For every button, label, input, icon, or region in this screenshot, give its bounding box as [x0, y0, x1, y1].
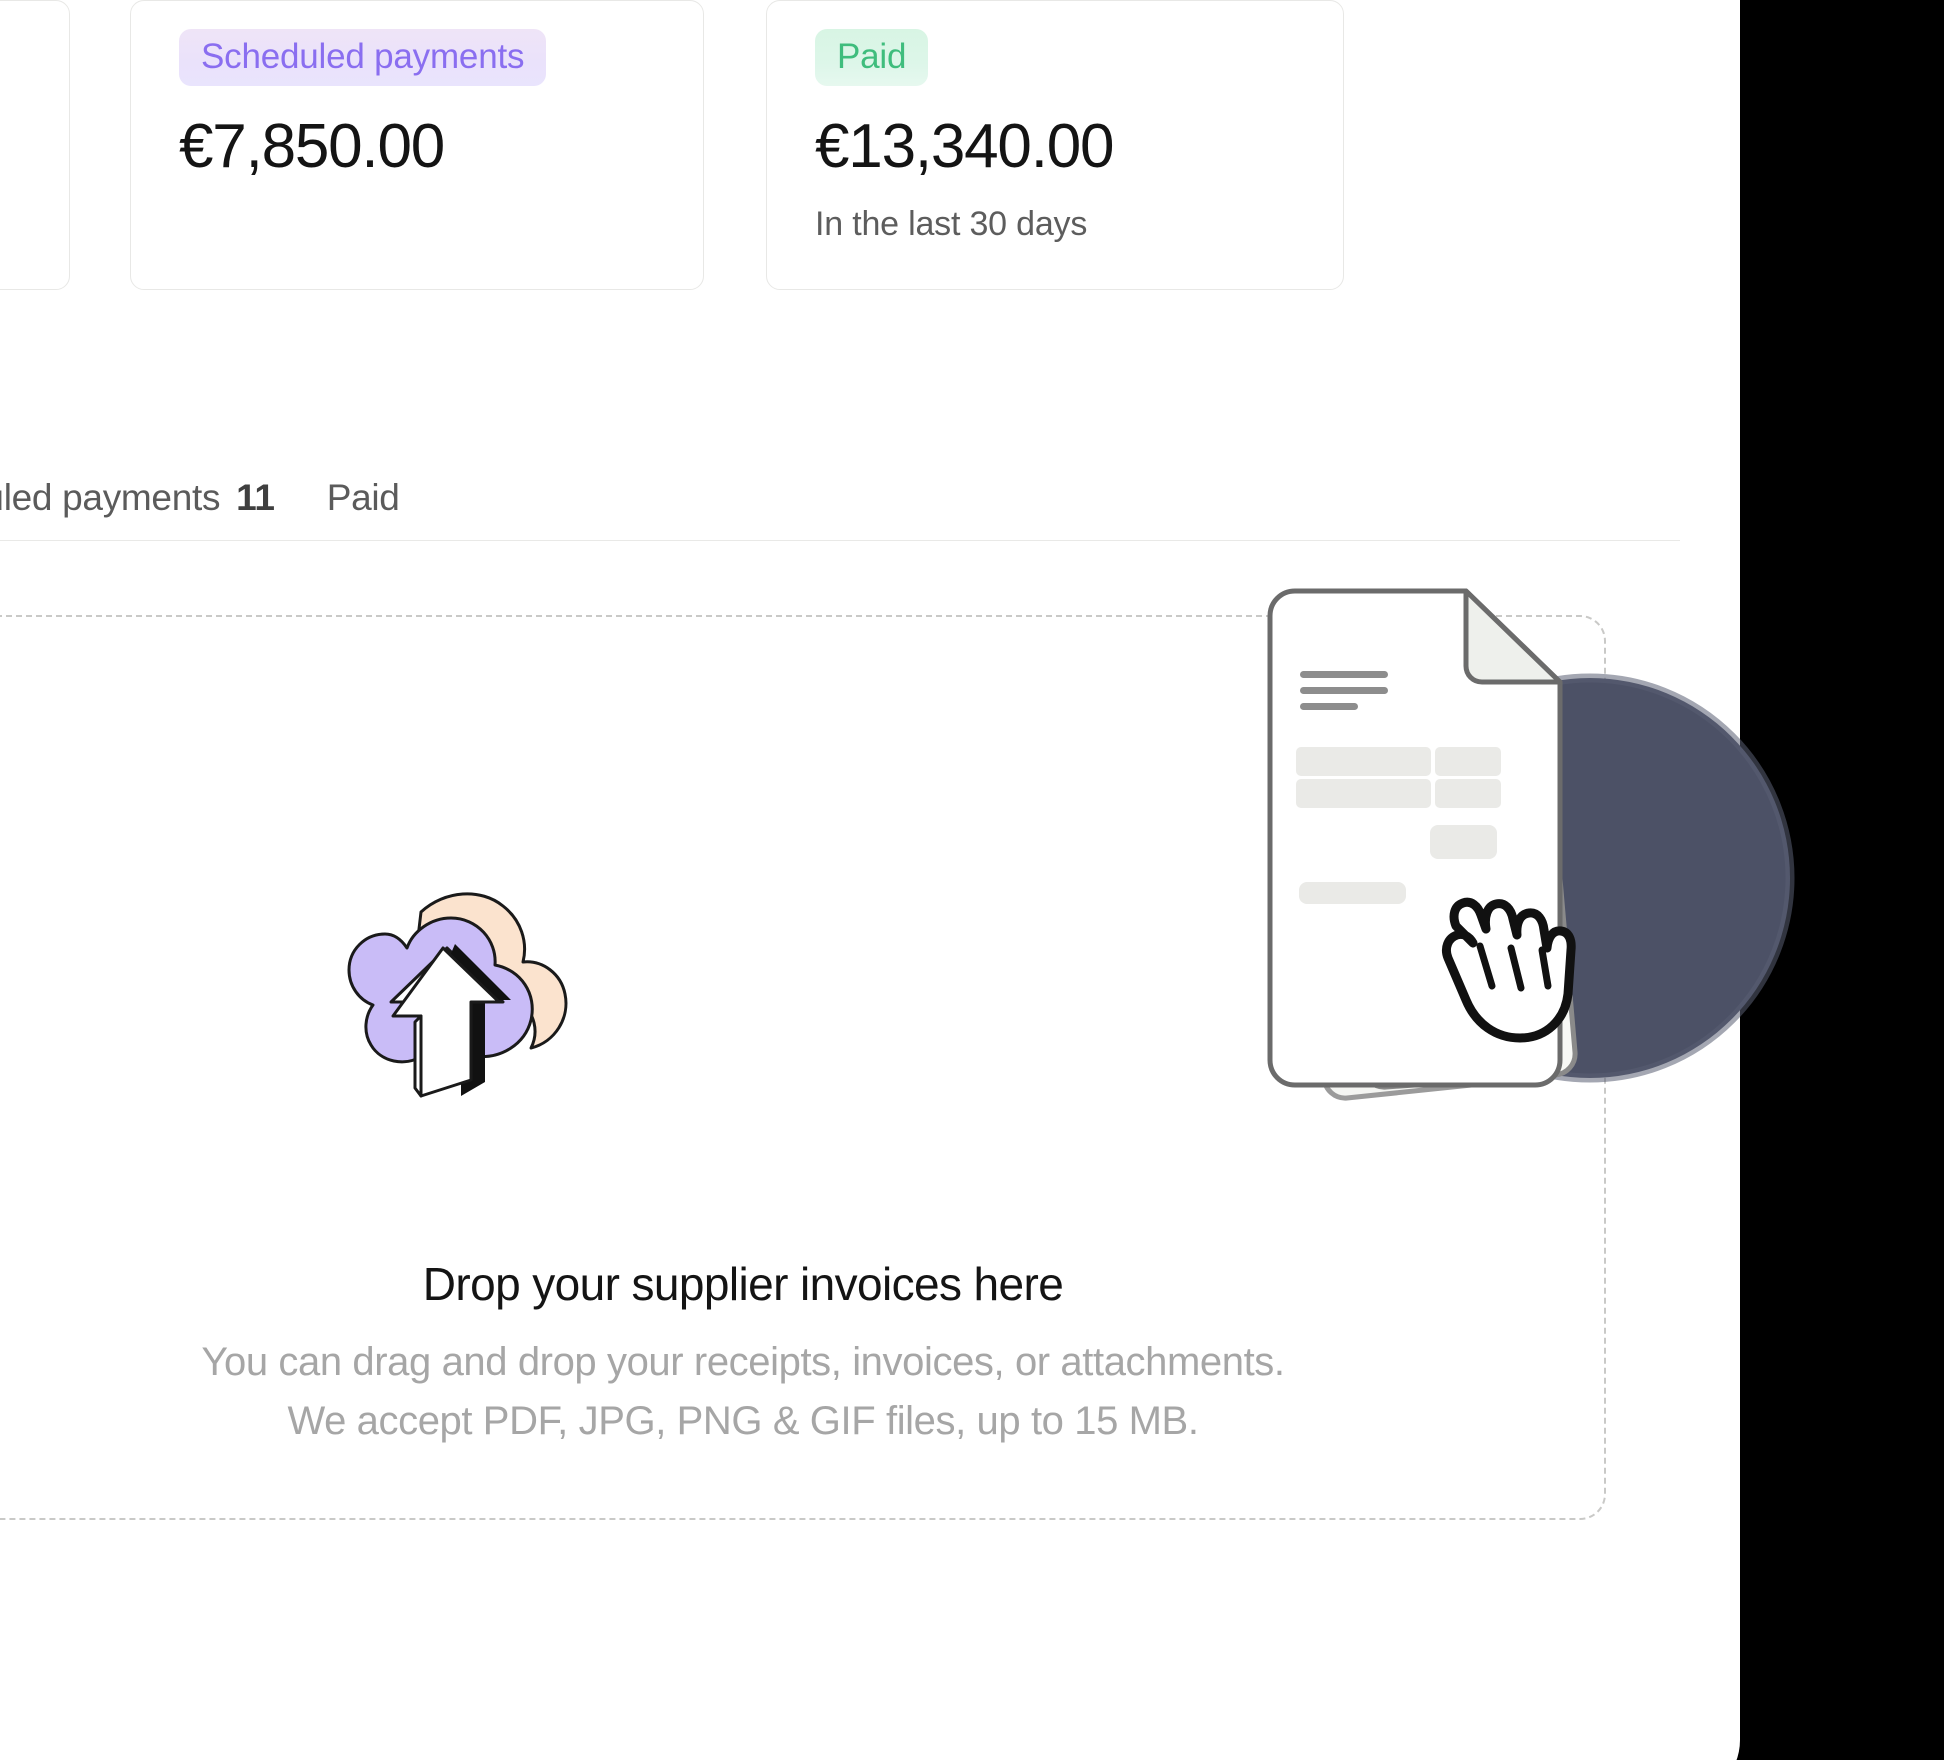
tab-label: Scheduled payments: [0, 476, 221, 518]
tab-label: Paid: [326, 476, 400, 518]
summary-card-scheduled-payments[interactable]: Scheduled payments €7,850.00: [130, 0, 704, 290]
tab-scheduled-payments[interactable]: Scheduled payments 11: [0, 477, 275, 519]
card-subtitle-paid: In the last 30 days: [815, 205, 1088, 244]
tab-paid[interactable]: Paid: [327, 477, 400, 519]
file-dropzone[interactable]: Drop your supplier invoices here You can…: [0, 615, 1606, 1520]
card-amount-scheduled-payments: €7,850.00: [179, 112, 445, 181]
tab-bar: Scheduled payments 11 Paid: [0, 455, 1680, 540]
cloud-upload-icon: [325, 882, 575, 1122]
dropzone-subtitle-line2: We accept PDF, JPG, PNG & GIF files, up …: [287, 1399, 1199, 1443]
tab-count-badge: 11: [236, 476, 275, 518]
summary-card-paid[interactable]: Paid €13,340.00 In the last 30 days: [766, 0, 1344, 290]
dropzone-subtitle-line1: You can drag and drop your receipts, inv…: [201, 1340, 1285, 1384]
app-panel: Scheduled payments €7,850.00 Paid €13,34…: [0, 0, 1740, 1760]
summary-cards-row: Scheduled payments €7,850.00 Paid €13,34…: [0, 0, 1740, 290]
status-badge-paid: Paid: [815, 29, 929, 86]
dropzone-title: Drop your supplier invoices here: [422, 1258, 1064, 1310]
screen: Scheduled payments €7,850.00 Paid €13,34…: [0, 0, 1944, 1760]
status-badge-scheduled-payments: Scheduled payments: [179, 29, 547, 86]
tab-bar-divider: [0, 540, 1680, 541]
card-amount-paid: €13,340.00: [815, 112, 1115, 181]
summary-card-cropped[interactable]: [0, 0, 70, 290]
